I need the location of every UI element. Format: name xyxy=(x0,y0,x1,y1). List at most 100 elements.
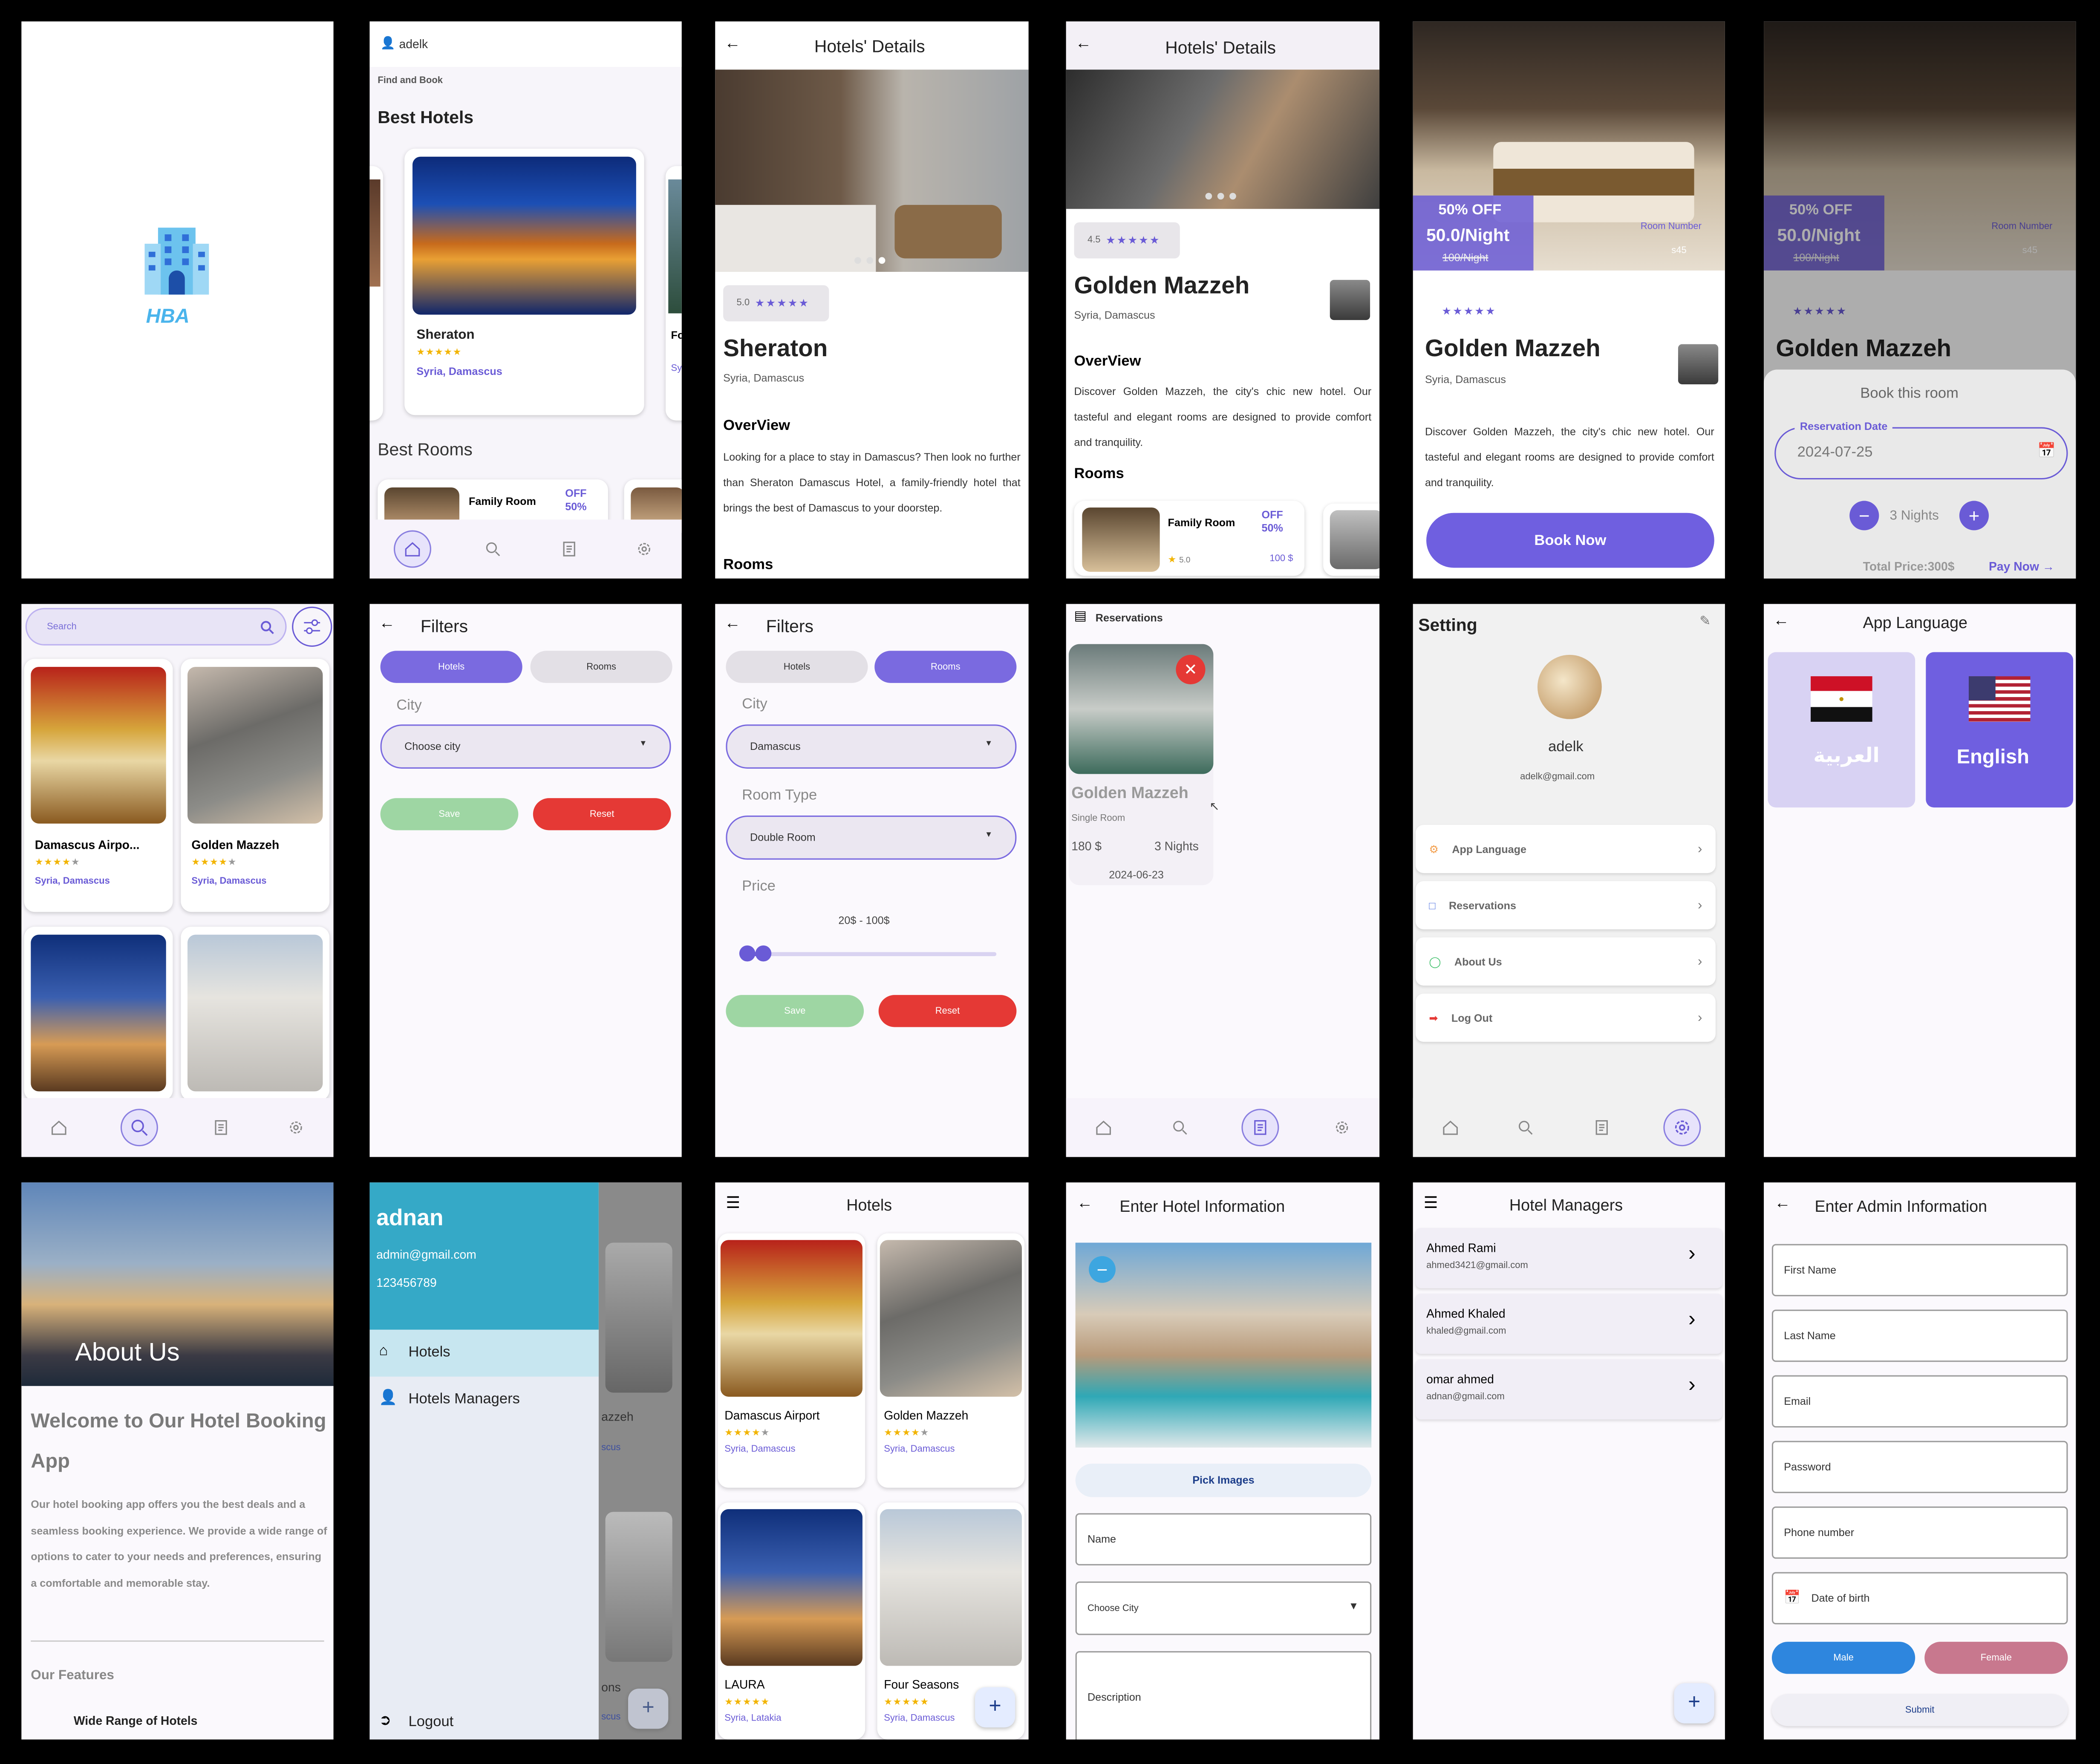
reservation-card[interactable]: ✕ Golden Mazzeh Single Room 180 $ 3 Nigh… xyxy=(1068,644,1214,885)
english-option[interactable]: English xyxy=(1926,652,2074,808)
arabic-option[interactable]: ● العربية xyxy=(1768,652,1915,808)
pay-now-link[interactable]: Pay Now → xyxy=(1989,560,2054,573)
search-input[interactable]: Search xyxy=(25,608,287,646)
filter-icon[interactable] xyxy=(292,606,332,647)
remove-image-icon[interactable]: − xyxy=(1089,1256,1116,1283)
room-card-next[interactable] xyxy=(1323,503,1380,576)
hotel-card[interactable]: Golden Mazzeh ★★★★★ Syria, Damascus xyxy=(181,659,330,912)
drawer-item-hotels[interactable]: ⌂ Hotels xyxy=(369,1329,599,1377)
tab-hotels[interactable]: Hotels xyxy=(380,651,522,683)
settings-icon[interactable] xyxy=(631,536,658,562)
room-card[interactable]: Family Room OFF 50% ★ 5.0 100 $ xyxy=(1074,501,1305,576)
reservations-item[interactable]: □ Reservations › xyxy=(1415,881,1716,930)
minus-icon[interactable]: − xyxy=(1849,501,1879,530)
reservations-icon[interactable] xyxy=(1242,1109,1280,1147)
plus-icon[interactable]: + xyxy=(1959,501,1989,530)
last-name-field[interactable]: Last Name xyxy=(1771,1309,2068,1362)
setting-screen: Setting ✎ adelk adelk@gmail.com ⚙ App Lan… xyxy=(1413,604,1725,1157)
menu-icon[interactable]: ☰ xyxy=(726,1193,740,1212)
male-button[interactable]: Male xyxy=(1771,1642,1915,1674)
price-slider[interactable] xyxy=(739,945,997,962)
city-dropdown[interactable]: Choose city ▾ xyxy=(380,724,671,769)
email-field[interactable]: Email xyxy=(1771,1375,2068,1428)
hotel-location: Syria, Damascus xyxy=(35,877,110,887)
book-now-button[interactable]: Book Now xyxy=(1426,513,1714,568)
name-field[interactable]: Name xyxy=(1075,1513,1372,1565)
hotel-card[interactable]: Golden Mazzeh ★★★★★ Syria, Damascus xyxy=(877,1233,1025,1488)
city-dropdown[interactable]: Damascus ▾ xyxy=(726,724,1017,769)
search-icon[interactable] xyxy=(1512,1114,1539,1141)
back-arrow-icon[interactable]: ← xyxy=(1774,1193,1791,1212)
hotel-card[interactable]: LAURA ★★★★★ Syria, Latakia xyxy=(718,1502,865,1740)
search-icon[interactable] xyxy=(121,1109,159,1147)
pick-images-button[interactable]: Pick Images xyxy=(1075,1464,1372,1497)
password-field[interactable]: Password xyxy=(1771,1441,2068,1493)
reservations-icon[interactable] xyxy=(1588,1114,1615,1141)
hotel-card[interactable] xyxy=(24,926,173,1101)
calendar-icon[interactable]: 📅 xyxy=(2037,442,2056,459)
manager-row[interactable]: omar ahmed adnan@gmail.com › xyxy=(1415,1359,1722,1420)
room-type-dropdown[interactable]: Double Room ▾ xyxy=(726,815,1017,860)
page-title: Filters xyxy=(766,616,813,636)
add-hotel-button[interactable]: + xyxy=(975,1687,1015,1728)
slider-handle-max[interactable] xyxy=(755,945,772,962)
page-title: Hotel Managers xyxy=(1509,1196,1623,1215)
hotel-card-next[interactable]: Fo Sy xyxy=(665,166,682,421)
submit-button[interactable]: Submit xyxy=(1771,1694,2068,1727)
back-arrow-icon[interactable]: ← xyxy=(724,613,741,632)
manager-row[interactable]: Ahmed Rami ahmed3421@gmail.com › xyxy=(1415,1228,1722,1288)
app-language-item[interactable]: ⚙ App Language › xyxy=(1415,824,1716,873)
home-icon[interactable] xyxy=(46,1114,72,1141)
settings-icon[interactable] xyxy=(283,1114,309,1141)
back-arrow-icon[interactable]: ← xyxy=(724,34,741,52)
calendar-icon[interactable]: 📅 xyxy=(1784,1591,1800,1606)
hotel-card[interactable]: Damascus Airpo... ★★★★★ Syria, Damascus xyxy=(24,659,173,912)
about-body: Our hotel booking app offers you the bes… xyxy=(31,1498,327,1589)
home-icon[interactable] xyxy=(1437,1114,1464,1141)
logout-button[interactable]: ➲ Logout xyxy=(369,1705,598,1740)
settings-icon[interactable] xyxy=(1663,1109,1701,1147)
female-button[interactable]: Female xyxy=(1924,1642,2068,1674)
back-arrow-icon[interactable]: ← xyxy=(379,613,395,632)
hotel-card[interactable] xyxy=(181,926,330,1101)
phone-field[interactable]: Phone number xyxy=(1771,1506,2068,1559)
add-manager-button[interactable]: + xyxy=(1674,1683,1714,1724)
hotel-card[interactable]: Sheraton ★★★★★ Syria, Damascus xyxy=(404,148,644,415)
hotel-location: Syria, Damascus xyxy=(416,365,502,378)
search-icon[interactable] xyxy=(1166,1114,1193,1141)
date-of-birth-field[interactable]: 📅 Date of birth xyxy=(1771,1572,2068,1625)
search-icon[interactable] xyxy=(480,536,507,562)
reset-button[interactable]: Reset xyxy=(533,798,671,830)
first-name-field[interactable]: First Name xyxy=(1771,1244,2068,1297)
description-field[interactable]: Description xyxy=(1075,1651,1372,1740)
edit-icon[interactable]: ✎ xyxy=(1699,615,1711,630)
reservation-date-field[interactable]: Reservation Date 2024-07-25 📅 xyxy=(1774,420,2068,480)
drawer-item-managers[interactable]: 👤 Hotels Managers xyxy=(369,1377,598,1422)
save-button[interactable]: Save xyxy=(726,995,864,1027)
slider-handle-min[interactable] xyxy=(739,945,756,962)
reservations-icon: ▤ xyxy=(1074,609,1087,624)
hotel-card[interactable]: Damascus Airport ★★★★★ Syria, Damascus xyxy=(718,1233,865,1488)
logout-item[interactable]: ➡ Log Out › xyxy=(1415,993,1716,1042)
about-us-item[interactable]: ◯ About Us › xyxy=(1415,937,1716,986)
tab-hotels[interactable]: Hotels xyxy=(726,651,868,683)
menu-icon[interactable]: ☰ xyxy=(1424,1193,1438,1212)
back-arrow-icon[interactable]: ← xyxy=(1773,611,1789,629)
reset-button[interactable]: Reset xyxy=(878,995,1017,1027)
home-icon[interactable] xyxy=(1090,1114,1117,1141)
settings-icon[interactable] xyxy=(1328,1114,1355,1141)
reservations-icon[interactable] xyxy=(207,1114,234,1141)
city-dropdown[interactable]: Choose City ▾ xyxy=(1075,1581,1372,1635)
manager-row[interactable]: Ahmed Khaled khaled@gmail.com › xyxy=(1415,1293,1722,1354)
save-button[interactable]: Save xyxy=(380,798,519,830)
tab-rooms[interactable]: Rooms xyxy=(874,651,1017,683)
reservations-icon[interactable] xyxy=(555,536,582,562)
hotel-location: Syria, Damascus xyxy=(884,1445,955,1455)
back-arrow-icon[interactable]: ← xyxy=(1077,1193,1093,1212)
tab-rooms[interactable]: Rooms xyxy=(530,651,672,683)
search-icon[interactable] xyxy=(260,617,275,642)
cancel-reservation-icon[interactable]: ✕ xyxy=(1176,654,1206,684)
home-icon[interactable] xyxy=(394,530,432,568)
back-arrow-icon[interactable]: ← xyxy=(1076,34,1092,52)
hotel-card-prev[interactable] xyxy=(369,166,383,421)
